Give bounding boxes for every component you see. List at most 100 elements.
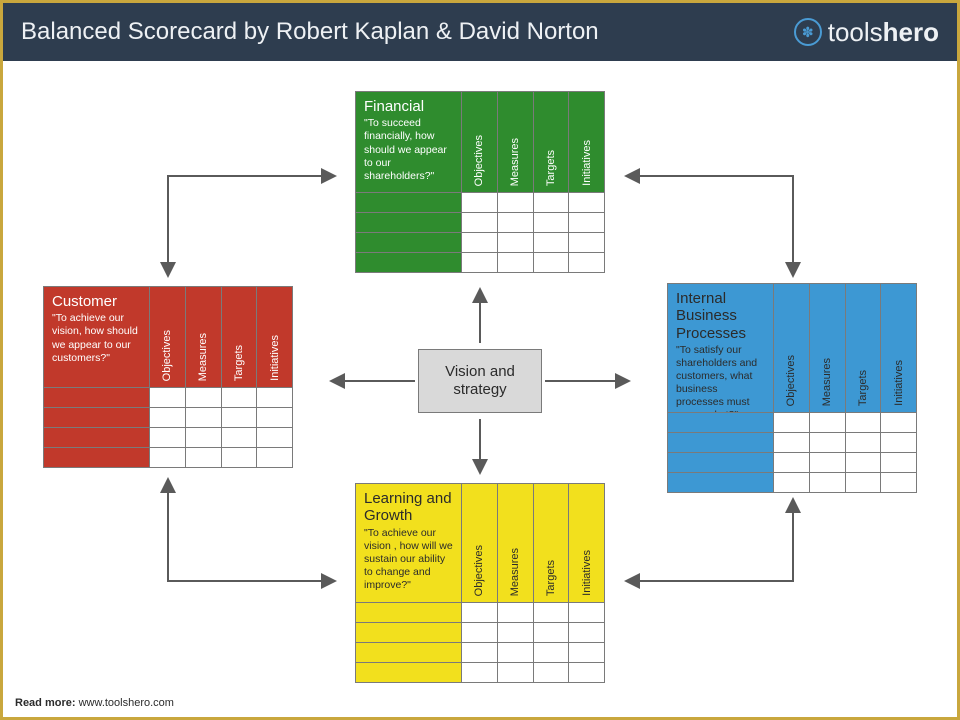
col-objectives: Objectives: [473, 545, 485, 596]
grid-cell: [497, 232, 533, 252]
col-objectives: Objectives: [161, 330, 173, 381]
col-header: Objectives: [773, 284, 809, 412]
grid-cell: [533, 212, 569, 232]
card-learning-desc: Learning and Growth "To achieve our visi…: [356, 484, 461, 602]
col-targets: Targets: [545, 150, 557, 186]
card-financial-headers: Objectives Measures Targets Initiatives: [461, 92, 604, 192]
grid-cell: [221, 407, 257, 427]
grid-cell: [256, 447, 292, 467]
col-header: Initiatives: [880, 284, 916, 412]
grid-cell: [185, 427, 221, 447]
grid-cell: [568, 212, 604, 232]
col-targets: Targets: [857, 370, 869, 406]
grid-cell: [773, 432, 809, 452]
gear-magnifier-icon: [794, 18, 822, 46]
center-vision-box: Vision and strategy: [418, 349, 542, 413]
col-header: Objectives: [461, 484, 497, 602]
header-bar: Balanced Scorecard by Robert Kaplan & Da…: [3, 3, 957, 61]
grid-cell: [880, 412, 916, 432]
col-header: Initiatives: [568, 484, 604, 602]
grid-cell: [461, 212, 497, 232]
col-measures: Measures: [509, 138, 521, 186]
page-title: Balanced Scorecard by Robert Kaplan & Da…: [21, 18, 599, 46]
col-initiatives: Initiatives: [269, 335, 281, 381]
footer-readmore: Read more: www.toolshero.com: [15, 697, 174, 709]
col-initiatives: Initiatives: [581, 140, 593, 186]
card-financial-grid: [356, 192, 604, 272]
grid-cell: [256, 387, 292, 407]
card-internal-quote: "To satisfy our shareholders and custome…: [676, 344, 765, 423]
grid-cell: [845, 452, 881, 472]
grid-cell: [356, 662, 461, 682]
grid-cell: [568, 252, 604, 272]
footer-label: Read more:: [15, 697, 76, 709]
grid-cell: [256, 407, 292, 427]
grid-cell: [356, 212, 461, 232]
col-measures: Measures: [197, 333, 209, 381]
grid-cell: [668, 472, 773, 492]
grid-cell: [568, 192, 604, 212]
card-customer-title: Customer: [52, 293, 141, 310]
brand-logo: toolshero: [794, 17, 939, 48]
col-initiatives: Initiatives: [893, 360, 905, 406]
card-customer-headers: Objectives Measures Targets Initiatives: [149, 287, 292, 387]
card-learning: Learning and Growth "To achieve our visi…: [355, 483, 605, 683]
grid-cell: [356, 622, 461, 642]
grid-cell: [185, 407, 221, 427]
col-objectives: Objectives: [785, 355, 797, 406]
grid-cell: [44, 387, 149, 407]
grid-cell: [497, 622, 533, 642]
grid-cell: [356, 642, 461, 662]
card-internal-headers: Objectives Measures Targets Initiatives: [773, 284, 916, 412]
grid-cell: [149, 387, 185, 407]
grid-cell: [497, 662, 533, 682]
col-header: Objectives: [149, 287, 185, 387]
col-measures: Measures: [821, 358, 833, 406]
grid-cell: [221, 387, 257, 407]
card-learning-headers: Objectives Measures Targets Initiatives: [461, 484, 604, 602]
grid-cell: [44, 427, 149, 447]
grid-cell: [668, 412, 773, 432]
grid-cell: [497, 252, 533, 272]
grid-cell: [461, 252, 497, 272]
grid-cell: [461, 642, 497, 662]
grid-cell: [497, 212, 533, 232]
col-header: Targets: [533, 484, 569, 602]
grid-cell: [773, 472, 809, 492]
col-objectives: Objectives: [473, 135, 485, 186]
grid-cell: [845, 432, 881, 452]
col-header: Initiatives: [256, 287, 292, 387]
grid-cell: [809, 472, 845, 492]
col-header: Targets: [221, 287, 257, 387]
grid-cell: [44, 447, 149, 467]
grid-cell: [461, 602, 497, 622]
col-header: Measures: [497, 92, 533, 192]
grid-cell: [256, 427, 292, 447]
grid-cell: [773, 412, 809, 432]
grid-cell: [356, 192, 461, 212]
center-vision-label: Vision and strategy: [419, 363, 541, 399]
card-internal: Internal Business Processes "To satisfy …: [667, 283, 917, 493]
col-header: Measures: [185, 287, 221, 387]
card-internal-title: Internal Business Processes: [676, 290, 765, 342]
brand-text-light: tools: [828, 17, 883, 47]
col-targets: Targets: [233, 345, 245, 381]
grid-cell: [461, 192, 497, 212]
grid-cell: [533, 642, 569, 662]
col-header: Measures: [497, 484, 533, 602]
grid-cell: [461, 232, 497, 252]
col-header: Objectives: [461, 92, 497, 192]
grid-cell: [568, 642, 604, 662]
card-learning-quote: "To achieve our vision , how will we sus…: [364, 527, 453, 593]
col-measures: Measures: [509, 548, 521, 596]
card-financial: Financial "To succeed financially, how s…: [355, 91, 605, 273]
grid-cell: [497, 642, 533, 662]
grid-cell: [568, 662, 604, 682]
grid-cell: [668, 432, 773, 452]
card-financial-quote: "To succeed financially, how should we a…: [364, 117, 453, 183]
grid-cell: [568, 622, 604, 642]
col-targets: Targets: [545, 560, 557, 596]
card-financial-desc: Financial "To succeed financially, how s…: [356, 92, 461, 192]
grid-cell: [533, 622, 569, 642]
grid-cell: [461, 622, 497, 642]
